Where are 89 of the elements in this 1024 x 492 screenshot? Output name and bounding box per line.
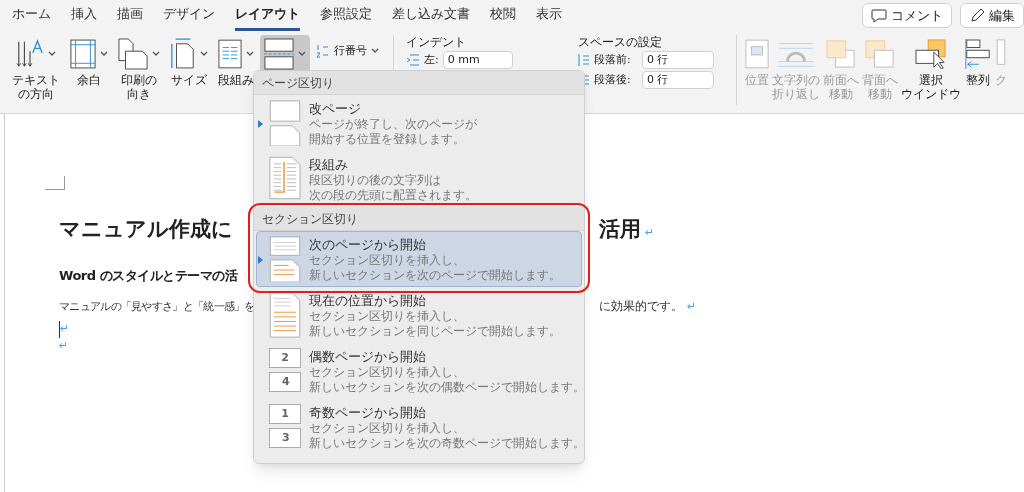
edit-button[interactable]: 編集 [960, 3, 1024, 28]
orientation-icon [118, 38, 148, 70]
menu-item[interactable]: 次のページから開始 セクション区切りを挿入し、 新しいセクションを次のページで開始します。 [256, 231, 582, 287]
page-break-icon [264, 38, 294, 70]
continuous-section-icon [269, 292, 301, 338]
group-title: インデント [406, 35, 467, 49]
page-size-icon [170, 38, 196, 70]
next-page-section-icon [269, 236, 301, 282]
field-label: 左: [424, 51, 439, 68]
arrange-button[interactable]: 整列 [964, 35, 992, 87]
chevron-down-icon [200, 51, 208, 57]
document-title: 活用 [599, 216, 641, 243]
ribbon-tab[interactable]: 描画 [117, 0, 143, 31]
text-wrap-icon [777, 40, 815, 68]
margins-icon [70, 39, 96, 69]
spin-field[interactable]: 0 行 [642, 51, 714, 69]
menu-item-description: 段区切りの後の文字列は [309, 173, 442, 188]
ribbon-button[interactable]: サイズ [166, 35, 212, 87]
field-label: 段落前: [594, 51, 632, 68]
menu-item-description: セクション区切りを挿入し、 [309, 253, 466, 268]
menu-item-description: セクション区切りを挿入し、 [309, 365, 466, 380]
menu-item-title: 段組み [309, 156, 349, 173]
image-position-icon [745, 39, 769, 69]
indent-icon [406, 54, 420, 66]
menu-item-title: 次のページから開始 [309, 236, 427, 253]
bring-forward-icon [826, 40, 856, 68]
chevron-down-icon [48, 51, 56, 57]
body-text: に効果的です。 [599, 298, 683, 315]
text-direction-icon [16, 38, 44, 70]
margin-corner-mark [45, 176, 65, 190]
chevron-down-icon [246, 51, 254, 57]
menu-item-title: 現在の位置から開始 [309, 292, 427, 309]
menu-item-title: 奇数ページから開始 [309, 404, 427, 421]
menu-item[interactable]: 現在の位置から開始 セクション区切りを挿入し、 新しいセクションを同じページで開始します。 [256, 287, 582, 343]
ribbon-button[interactable]: 印刷の 向き [114, 35, 164, 101]
ribbon-tab[interactable]: 差し込み文書 [392, 0, 470, 31]
menu-item-description: ページが終了し、次のページが [309, 117, 477, 132]
paragraph-mark-icon: ↵ [645, 225, 655, 242]
numbered-lines-icon [316, 44, 330, 59]
menu-item[interactable]: 1 3 奇数ページから開始 セクション区切りを挿入し、 新しいセクションを次の奇数ページで開始します。 [256, 399, 582, 455]
columns-icon [218, 39, 242, 69]
menu-item-description: 開始する位置を登録します。 [309, 132, 466, 147]
menu-item-description: 次の段の先頭に配置されます。 [309, 188, 477, 203]
arrange-button[interactable]: 選択 ウインドウ [901, 35, 961, 101]
menu-item-description: セクション区切りを挿入し、 [309, 421, 466, 436]
menu-item[interactable]: 段組み 段区切りの後の文字列は 次の段の先頭に配置されます。 [256, 151, 582, 207]
pencil-icon [969, 7, 985, 24]
spin-field[interactable]: 0 行 [642, 71, 714, 89]
chevron-down-icon [100, 51, 108, 57]
menu-section-header: セクション区切り [254, 207, 584, 231]
send-backward-icon [865, 40, 895, 68]
ribbon-tab[interactable]: 表示 [536, 0, 562, 31]
page-break-icon [269, 100, 301, 146]
document-title: マニュアル作成に [59, 217, 233, 241]
menu-item-description: 新しいセクションを次の奇数ページで開始します。 [309, 436, 585, 451]
spacing-icon [578, 54, 590, 66]
chevron-down-icon [152, 51, 160, 57]
ribbon-tab[interactable]: 挿入 [71, 0, 97, 31]
ribbon-tab[interactable]: ホーム [12, 0, 51, 31]
ribbon-tab[interactable]: デザイン [163, 0, 215, 31]
line-numbers-button[interactable]: 行番号 [316, 43, 379, 60]
ribbon-tab[interactable]: 参照設定 [320, 0, 372, 31]
ribbon-tab[interactable]: 校閲 [490, 0, 516, 31]
ribbon-tab[interactable]: レイアウト [235, 0, 300, 31]
speech-bubble-icon [871, 8, 887, 23]
menu-item[interactable]: 改ページ ページが終了し、次のページが 開始する位置を登録します。 [256, 95, 582, 151]
ribbon-button[interactable]: テキスト の方向 [8, 35, 64, 101]
ribbon-button[interactable]: 余白 [66, 35, 112, 87]
menu-item-title: 改ページ [309, 100, 362, 117]
menu-item-title: 偶数ページから開始 [309, 348, 427, 365]
align-icon [964, 39, 992, 69]
column-break-icon [269, 156, 301, 200]
chevron-down-icon [298, 51, 306, 57]
menu-item-description: 新しいセクションを次の偶数ページで開始します。 [309, 380, 585, 395]
chevron-down-icon [371, 48, 379, 55]
body-text: マニュアルの「見やすさ」と「統一感」を [59, 300, 255, 313]
spin-field[interactable]: 0 mm [442, 51, 513, 69]
field-label: 段落後: [594, 71, 632, 88]
menu-item-description: 新しいセクションを次のページで開始します。 [309, 268, 561, 283]
menu-item-description: セクション区切りを挿入し、 [309, 309, 466, 324]
menu-section-header: ページ区切り [254, 71, 584, 95]
selection-pane-icon [915, 39, 947, 69]
paragraph-mark-icon: ↵ [687, 299, 697, 316]
menu-item-description: 新しいセクションを同じページで開始します。 [309, 324, 561, 339]
group-title: スペースの設定 [578, 35, 663, 49]
menu-item[interactable]: 2 4 偶数ページから開始 セクション区切りを挿入し、 新しいセクションを次の偶数ページで開始します。 [256, 343, 582, 399]
comment-button[interactable]: コメント [862, 3, 952, 28]
section-heading: Word のスタイルとテーマの活 [59, 266, 238, 285]
paragraph-mark-icon: ↵ [59, 337, 69, 354]
